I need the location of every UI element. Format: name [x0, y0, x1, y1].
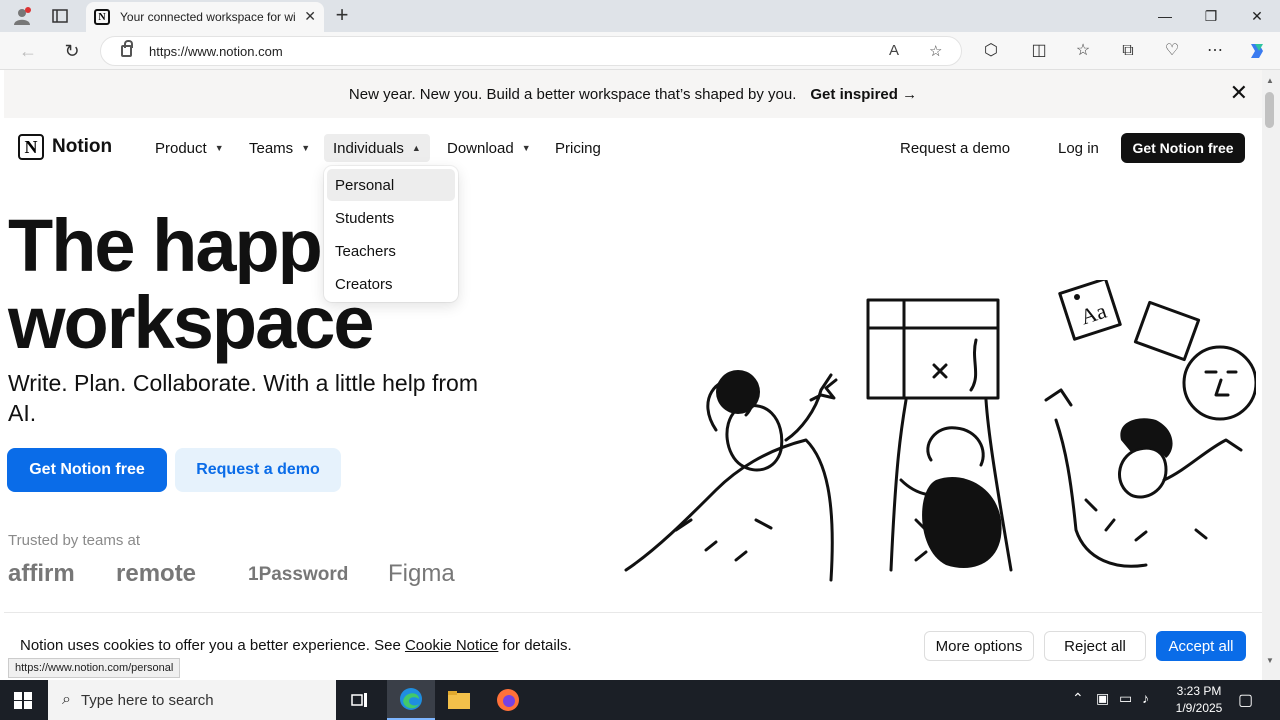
- firefox-icon[interactable]: [484, 680, 532, 720]
- scroll-up-icon[interactable]: ▲: [1266, 76, 1274, 85]
- brand-logo-figma: Figma: [388, 560, 455, 587]
- chevron-up-icon: ▲: [411, 143, 421, 153]
- tab-close-icon[interactable]: ✕: [304, 8, 316, 25]
- scroll-thumb[interactable]: [1265, 92, 1274, 128]
- refresh-icon[interactable]: ↻: [60, 40, 84, 62]
- network-icon[interactable]: ▭: [1119, 690, 1132, 707]
- browser-tab-bar: N Your connected workspace for wiki, doc…: [0, 0, 1280, 32]
- brand-name: Notion: [52, 136, 113, 157]
- taskbar-clock[interactable]: 3:23 PM 1/9/2025: [1166, 683, 1232, 717]
- back-icon[interactable]: ←: [16, 40, 40, 62]
- get-notion-free-button[interactable]: Get Notion free: [7, 448, 167, 492]
- file-explorer-icon[interactable]: [435, 680, 483, 720]
- svg-text:Aa: Aa: [1077, 298, 1109, 330]
- hero-illustration: Aa: [624, 280, 1256, 582]
- copilot-icon[interactable]: [1246, 41, 1268, 61]
- get-inspired-link[interactable]: Get inspired →: [810, 86, 917, 103]
- hero-subtitle: Write. Plan. Collaborate. With a little …: [8, 370, 478, 426]
- accept-all-button[interactable]: Accept all: [1156, 631, 1246, 661]
- hero-title-line2: workspace: [8, 281, 375, 364]
- request-demo-link[interactable]: Request a demo: [900, 140, 1010, 157]
- hero-title-line1: The happiest: [8, 208, 328, 284]
- nav-teams-label: Teams: [249, 139, 294, 157]
- taskbar-search[interactable]: ⌕ Type here to search: [48, 680, 336, 720]
- favorite-star-icon[interactable]: ☆: [929, 42, 942, 60]
- url-field[interactable]: https://www.notion.com A ☆: [100, 36, 962, 66]
- clock-time: 3:23 PM: [1176, 684, 1222, 698]
- nav-individuals-label: Individuals: [333, 139, 404, 157]
- extensions-icon[interactable]: ⬡: [980, 41, 1002, 61]
- web-page: New year. New you. Build a better worksp…: [4, 70, 1262, 680]
- brand-logo-affirm: affirm: [8, 560, 75, 587]
- nav-pricing[interactable]: Pricing: [546, 134, 610, 162]
- notion-favicon-icon: N: [94, 9, 110, 25]
- site-navigation: N Notion Product ▼ Teams ▼ Individuals ▲ Do…: [4, 128, 1262, 168]
- brand-logo-1password: 1Password: [248, 564, 349, 585]
- chevron-down-icon: ▼: [521, 143, 531, 153]
- banner-close-icon[interactable]: ✕: [1230, 82, 1248, 104]
- favorites-icon[interactable]: ☆: [1072, 41, 1094, 61]
- taskbar-search-placeholder: Type here to search: [80, 691, 214, 709]
- request-demo-button[interactable]: Request a demo: [175, 448, 341, 492]
- split-screen-icon[interactable]: ◫: [1028, 41, 1050, 61]
- cookie-text-after: for details.: [498, 637, 572, 654]
- chevron-down-icon: ▼: [301, 143, 311, 153]
- close-window-button[interactable]: ✕: [1234, 4, 1280, 28]
- cookie-text: Notion uses cookies to offer you a bette…: [20, 637, 572, 654]
- tray-chevron-icon[interactable]: ⌃: [1072, 690, 1084, 707]
- windows-taskbar: ⌕ Type here to search ⌃ ▣ ▭ ♪ 3:23 PM 1/…: [0, 680, 1280, 720]
- nav-pricing-label: Pricing: [555, 139, 601, 157]
- status-bar-url: https://www.notion.com/personal: [8, 658, 181, 678]
- trusted-by-label: Trusted by teams at: [8, 532, 140, 549]
- nav-download[interactable]: Download ▼: [438, 134, 540, 162]
- nav-product[interactable]: Product ▼: [146, 134, 233, 162]
- chevron-down-icon: ▼: [214, 143, 224, 153]
- lock-icon[interactable]: [121, 40, 133, 57]
- new-tab-button[interactable]: +: [330, 4, 354, 26]
- read-aloud-icon[interactable]: A: [889, 42, 899, 59]
- tab-actions-icon[interactable]: [48, 4, 72, 28]
- individuals-dropdown: Personal Students Teachers Creators: [324, 166, 458, 302]
- tab-title: Your connected workspace for wiki, docs …: [120, 10, 295, 24]
- reject-all-button[interactable]: Reject all: [1044, 631, 1146, 661]
- active-tab[interactable]: N Your connected workspace for wiki, doc…: [86, 2, 324, 32]
- dropdown-item-personal[interactable]: Personal: [327, 169, 455, 201]
- browser-essentials-icon[interactable]: ♡: [1161, 41, 1183, 61]
- cookie-notice-link[interactable]: Cookie Notice: [405, 637, 498, 654]
- nav-individuals[interactable]: Individuals ▲: [324, 134, 430, 162]
- cookie-banner: Notion uses cookies to offer you a bette…: [4, 612, 1262, 680]
- notion-logo-icon: N: [18, 134, 44, 160]
- restore-button[interactable]: ❐: [1188, 4, 1234, 28]
- cookie-text-before: Notion uses cookies to offer you a bette…: [20, 637, 405, 654]
- get-notion-free-nav-button[interactable]: Get Notion free: [1121, 133, 1245, 163]
- brand-logo-remote: remote: [116, 560, 197, 587]
- search-icon: ⌕: [62, 691, 71, 708]
- nav-download-label: Download: [447, 139, 514, 157]
- collections-icon[interactable]: ⧉: [1117, 41, 1139, 61]
- login-link[interactable]: Log in: [1058, 140, 1099, 157]
- minimize-button[interactable]: —: [1142, 4, 1188, 28]
- banner-text: New year. New you. Build a better worksp…: [348, 85, 797, 103]
- scroll-down-icon[interactable]: ▼: [1266, 656, 1274, 665]
- announcement-banner: New year. New you. Build a better worksp…: [4, 70, 1262, 118]
- clock-date: 1/9/2025: [1175, 701, 1223, 715]
- nav-product-label: Product: [155, 139, 207, 157]
- notifications-icon[interactable]: ▢: [1238, 690, 1253, 710]
- profile-icon[interactable]: [10, 4, 34, 28]
- address-bar-row: ← ↻ https://www.notion.com A ☆ ⬡ ◫ ☆ ⧉ ♡…: [0, 32, 1280, 70]
- windows-start-icon[interactable]: [14, 692, 32, 709]
- page-scrollbar[interactable]: ▲ ▼: [1262, 70, 1280, 680]
- settings-more-icon[interactable]: ⋯: [1204, 41, 1226, 61]
- more-options-button[interactable]: More options: [924, 631, 1034, 661]
- nav-teams[interactable]: Teams ▼: [240, 134, 319, 162]
- dropdown-item-teachers[interactable]: Teachers: [327, 235, 455, 267]
- edge-taskbar-icon[interactable]: [387, 680, 435, 720]
- task-view-icon[interactable]: [336, 680, 384, 720]
- notion-logo[interactable]: N Notion: [18, 134, 112, 160]
- url-text: https://www.notion.com: [149, 44, 283, 59]
- dropdown-item-students[interactable]: Students: [327, 202, 455, 234]
- meet-now-icon[interactable]: ▣: [1096, 690, 1109, 707]
- dropdown-item-creators[interactable]: Creators: [327, 268, 455, 300]
- volume-icon[interactable]: ♪: [1142, 690, 1149, 706]
